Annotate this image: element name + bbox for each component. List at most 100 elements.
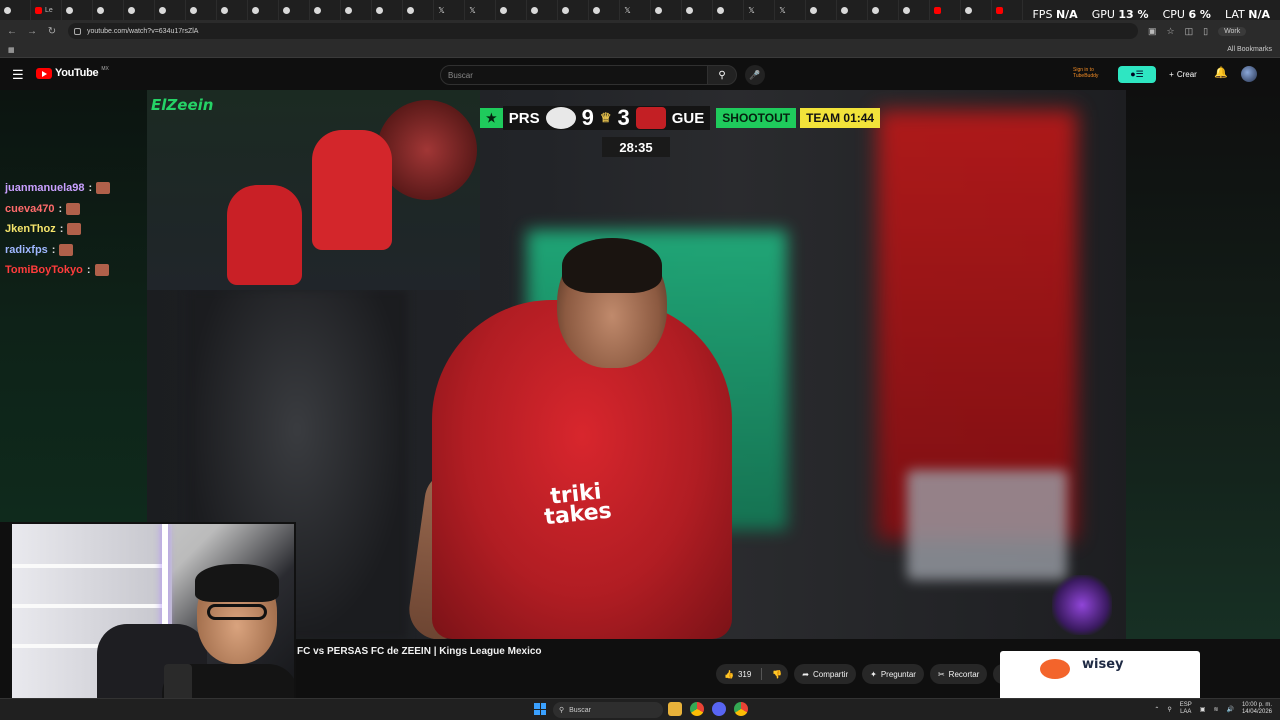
bookmarks-bar: ▦ All Bookmarks [0,42,1280,58]
tubebuddy-signin[interactable]: Sign in to TubeBuddy [1073,67,1098,79]
discord-icon[interactable] [712,702,726,716]
browser-tab[interactable] [93,0,124,20]
create-button[interactable]: + Crear [1164,65,1202,84]
scoreboard-teams: PRS 9 ♕ 3 GUE [502,105,711,130]
browser-tab[interactable] [899,0,930,20]
browser-tab[interactable] [930,0,961,20]
share-button[interactable]: ➦ Compartir [794,664,857,684]
search-icon[interactable]: ⚲ [707,65,737,85]
mic-icon[interactable]: 🎤 [745,65,765,85]
browser-tab[interactable] [651,0,682,20]
tiktok-icon [655,6,662,14]
like-dislike-button[interactable]: 👍 319 👎 [716,664,789,684]
forward-arrow-icon[interactable]: → [24,23,40,39]
ask-button[interactable]: ✦ Preguntar [862,664,924,684]
keyboard-layout: LAA [1180,709,1192,715]
browser-tab[interactable] [248,0,279,20]
ad-brand: wisey [1082,657,1124,672]
volume-icon[interactable]: 🔊 [1226,706,1233,713]
reload-icon[interactable]: ↻ [44,23,60,39]
like-icon[interactable]: 👍 [724,670,734,679]
browser-tab[interactable] [155,0,186,20]
dislike-icon[interactable]: 👎 [772,670,782,679]
browser-tab[interactable] [372,0,403,20]
crown-icon: ♕ [599,110,612,125]
notifications-bell-icon[interactable]: 🔔 [1214,66,1228,79]
chrome-icon[interactable] [690,702,704,716]
avatar[interactable] [1241,66,1257,82]
tiktok-icon [283,6,290,14]
browser-tab[interactable] [837,0,868,20]
browser-tab[interactable] [217,0,248,20]
taskbar-search[interactable]: ⚲ Buscar [553,702,663,718]
youtube-logo[interactable]: YouTube MX [36,66,109,79]
url-text: youtube.com/watch?v=634u17rsZlA [87,27,199,35]
all-bookmarks[interactable]: All Bookmarks [1227,46,1272,53]
x-icon: 𝕏 [469,5,476,15]
language-code: ESP [1179,702,1192,708]
chat-separator: : [58,202,63,215]
site-info-icon[interactable] [74,27,81,35]
tiktok-icon [252,6,259,14]
browser-tab[interactable]: 𝕏 [434,0,465,20]
inset-camera: ElZeein [147,90,480,290]
extension-icon[interactable]: ●☰ [1118,66,1156,83]
search-icon: ⚲ [559,707,565,714]
back-arrow-icon[interactable]: ← [4,23,20,39]
browser-tab[interactable]: Le [31,0,62,20]
create-label: Crear [1176,70,1197,79]
browser-tab[interactable] [403,0,434,20]
browser-tab[interactable]: 𝕏 [775,0,806,20]
youtube-icon [996,6,1003,14]
team-time: TEAM 01:44 [800,108,881,128]
tubebuddy-line2: TubeBuddy [1073,73,1099,79]
browser-tab[interactable] [961,0,992,20]
sidepanel-icon[interactable]: ▯ [1203,26,1208,37]
clip-button[interactable]: ✂ Recortar [929,664,988,684]
apps-icon[interactable]: ▦ [8,46,15,54]
chat-message: TomiBoyTokyo: [5,264,109,276]
chat-username: cueva470 [5,202,55,215]
search-input[interactable]: Buscar [440,65,708,85]
browser-tab[interactable] [868,0,899,20]
browser-tab[interactable] [62,0,93,20]
right-panel [1126,90,1280,639]
browser-tab[interactable] [713,0,744,20]
browser-tab[interactable] [806,0,837,20]
tiktok-icon [500,6,507,14]
browser-tab[interactable] [496,0,527,20]
location-icon[interactable]: ⚲ [1167,706,1171,713]
windows-start-icon[interactable] [534,703,546,715]
browser-tab[interactable] [341,0,372,20]
file-explorer-icon[interactable] [668,702,682,716]
language-indicator[interactable]: ESP LAA [1180,702,1192,716]
tiktok-icon [841,6,848,14]
menu-icon[interactable]: ☰ [12,67,24,83]
wifi-icon[interactable]: ≋ [1213,706,1218,713]
browser-tab[interactable] [992,0,1023,20]
browser-tab[interactable]: 𝕏 [620,0,651,20]
profile-button[interactable]: Work [1218,26,1247,36]
browser-tab[interactable] [0,0,31,20]
browser-tab[interactable] [527,0,558,20]
browser-tab[interactable] [124,0,155,20]
share-icon: ➦ [802,669,809,679]
monitor-icon[interactable]: ▣ [1200,706,1206,713]
browser-tab[interactable] [682,0,713,20]
browser-tab[interactable] [279,0,310,20]
address-bar[interactable]: youtube.com/watch?v=634u17rsZlA [68,23,1138,39]
clock[interactable]: 10:00 p. m. 14/04/2026 [1242,702,1272,716]
browser-tab[interactable]: 𝕏 [744,0,775,20]
browser-tab[interactable] [558,0,589,20]
country-code: MX [101,66,109,72]
chrome-profile-icon[interactable] [734,702,748,716]
cast-icon[interactable]: ▣ [1148,26,1157,37]
chevron-up-icon[interactable]: ⌃ [1154,706,1159,713]
browser-tab[interactable] [589,0,620,20]
browser-tab[interactable] [310,0,341,20]
browser-tab[interactable]: 𝕏 [465,0,496,20]
extensions-icon[interactable]: ◫ [1185,26,1194,37]
chat-username: TomiBoyTokyo [5,264,83,276]
browser-tab[interactable] [186,0,217,20]
star-icon[interactable]: ☆ [1167,26,1175,37]
